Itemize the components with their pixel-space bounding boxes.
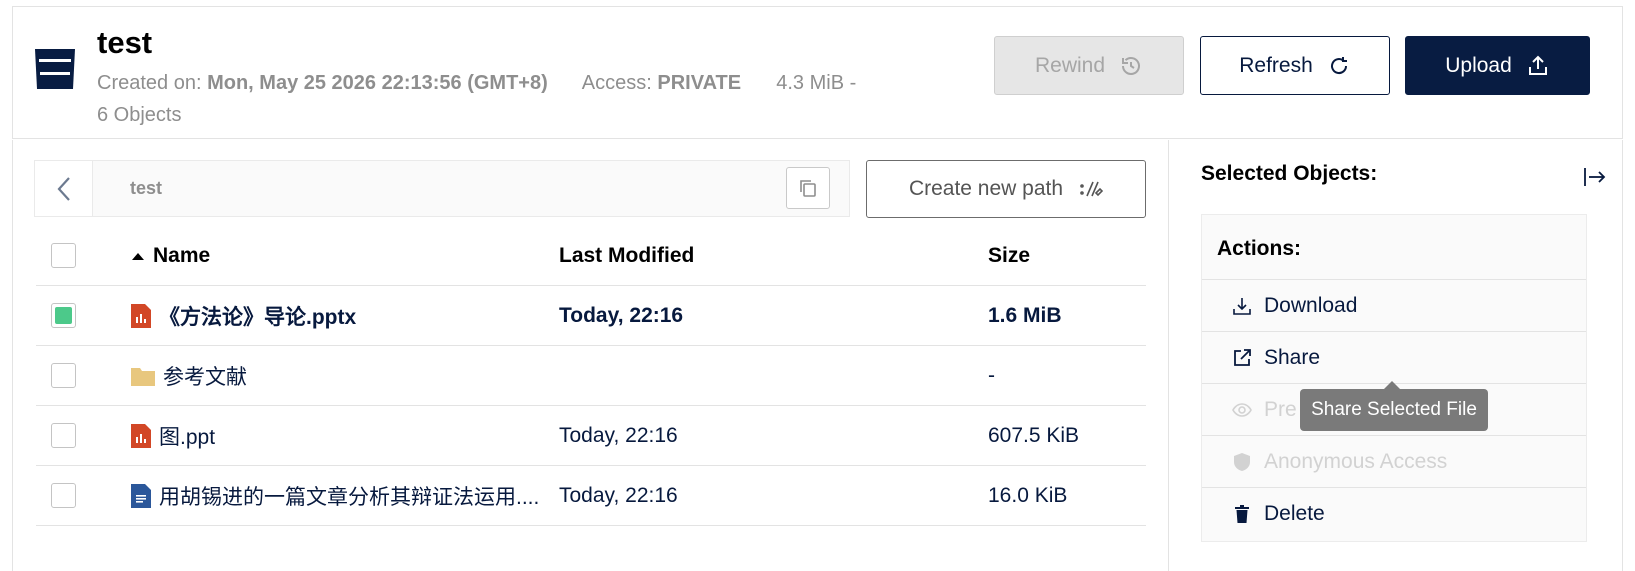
bucket-title: test (97, 25, 153, 60)
share-tooltip: Share Selected File (1300, 389, 1488, 431)
delete-action[interactable]: Delete (1202, 487, 1586, 539)
download-icon (1233, 297, 1251, 315)
trash-icon (1235, 504, 1249, 523)
actions-title: Actions: (1217, 237, 1301, 260)
file-size: 607.5 KiB (988, 423, 1080, 447)
row-checkbox[interactable] (51, 483, 76, 508)
refresh-button[interactable]: Refresh (1200, 36, 1390, 95)
select-all-checkbox[interactable] (51, 243, 76, 268)
download-label: Download (1264, 293, 1358, 317)
row-checkbox[interactable] (51, 423, 76, 448)
upload-label: Upload (1445, 53, 1512, 77)
copy-icon (800, 180, 816, 197)
doc-file-icon (131, 483, 151, 508)
create-path-label: Create new path (908, 177, 1064, 200)
created-value: Mon, May 25 2026 22:13:56 (GMT+8) (207, 72, 548, 94)
file-size: 16.0 KiB (988, 483, 1068, 507)
eye-icon (1232, 402, 1252, 417)
table-row[interactable]: 参考文献 - (36, 346, 1146, 406)
folder-icon (131, 367, 155, 386)
rewind-label: Rewind (1034, 53, 1106, 77)
collapse-panel-icon[interactable] (1582, 164, 1608, 190)
share-action[interactable]: Share (1202, 331, 1586, 383)
actions-panel: Actions: Download Share Pre Anonymous Ac… (1201, 214, 1587, 542)
table-row[interactable]: 《方法论》导论.pptx Today, 22:16 1.6 MiB (36, 286, 1146, 346)
preview-label: Pre (1264, 397, 1297, 421)
shield-icon (1234, 452, 1250, 471)
objects-summary: 6 Objects (97, 104, 182, 126)
rewind-button[interactable]: Rewind (994, 36, 1184, 95)
created-label: Created on: (97, 72, 202, 94)
download-action[interactable]: Download (1202, 279, 1586, 331)
size-summary: 4.3 MiB - (776, 72, 857, 94)
create-new-path-button[interactable]: Create new path (866, 160, 1146, 218)
anonymous-access-action[interactable]: Anonymous Access (1202, 435, 1586, 487)
ppt-file-icon (131, 423, 151, 448)
share-label: Share (1264, 345, 1321, 369)
refresh-label: Refresh (1239, 53, 1313, 77)
pptx-file-icon (131, 303, 151, 328)
copy-path-button[interactable] (786, 167, 830, 209)
file-size: - (988, 363, 995, 387)
name-column-header[interactable]: Name (131, 226, 576, 285)
bucket-meta: Created on: Mon, May 25 2026 22:13:56 (G… (97, 67, 977, 131)
sort-asc-icon (132, 252, 144, 260)
file-size: 1.6 MiB (988, 303, 1062, 327)
objects-table: Name Last Modified Size 《方法论》导论.pptx Tod… (36, 226, 1146, 526)
file-modified (559, 346, 959, 405)
upload-icon (1528, 55, 1547, 75)
file-modified: Today, 22:16 (559, 483, 678, 507)
table-row[interactable]: 用胡锡进的一篇文章分析其辩证法运用.... Today, 22:16 16.0 … (36, 466, 1146, 526)
anonymous-access-label: Anonymous Access (1264, 449, 1448, 473)
name-header-label: Name (153, 243, 211, 267)
file-name[interactable]: 《方法论》导论.pptx (159, 301, 356, 331)
file-modified: Today, 22:16 (559, 423, 678, 447)
new-path-icon (1080, 181, 1104, 197)
back-button[interactable] (35, 161, 93, 216)
upload-button[interactable]: Upload (1405, 36, 1590, 95)
bucket-icon (35, 49, 75, 89)
breadcrumb: test (34, 160, 850, 217)
refresh-icon (1330, 56, 1347, 74)
table-row[interactable]: 图.ppt Today, 22:16 607.5 KiB (36, 406, 1146, 466)
modified-column-header[interactable]: Last Modified (559, 226, 959, 285)
breadcrumb-item[interactable]: test (130, 178, 162, 199)
access-label: Access: (581, 72, 652, 94)
row-checkbox[interactable] (51, 303, 76, 328)
table-header: Name Last Modified Size (36, 226, 1146, 286)
file-name[interactable]: 参考文献 (163, 361, 247, 391)
chevron-left-icon (57, 176, 70, 201)
size-column-header[interactable]: Size (988, 226, 1138, 285)
row-checkbox[interactable] (51, 363, 76, 388)
file-name[interactable]: 用胡锡进的一篇文章分析其辩证法运用.... (159, 481, 539, 511)
tooltip-arrow (1384, 381, 1400, 389)
access-value: PRIVATE (657, 72, 742, 94)
share-icon (1234, 348, 1251, 366)
selected-objects-title: Selected Objects: (1201, 162, 1378, 185)
file-modified: Today, 22:16 (559, 303, 684, 327)
rewind-icon (1122, 56, 1141, 75)
file-name[interactable]: 图.ppt (159, 421, 215, 451)
delete-label: Delete (1264, 501, 1325, 525)
